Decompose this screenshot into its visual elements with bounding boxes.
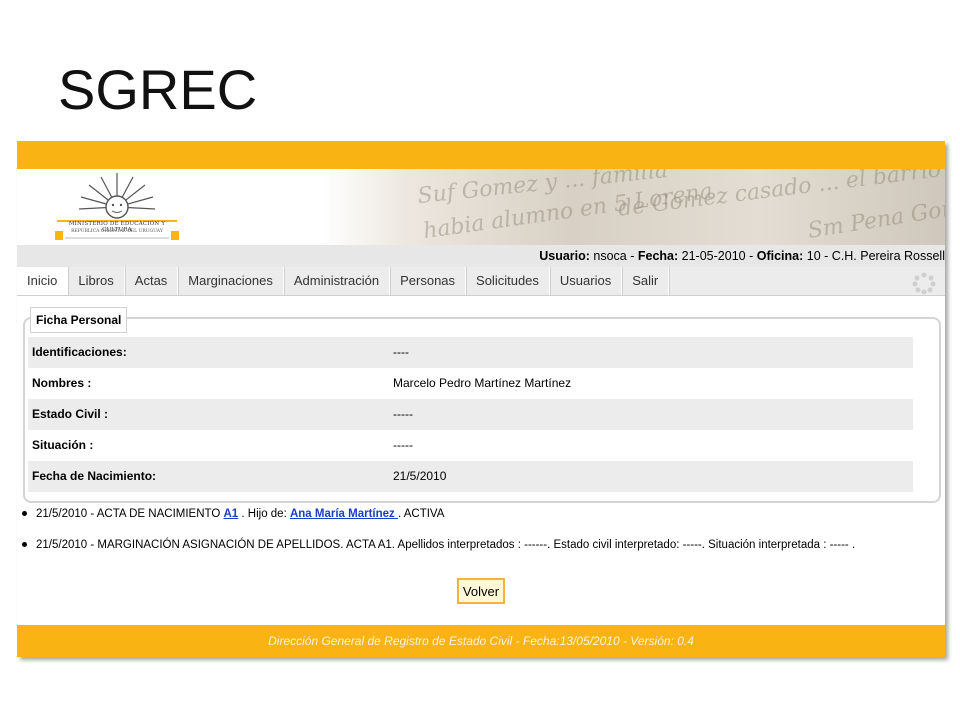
header-banner: Suf Gomez y ... familia habia alumno en … — [17, 169, 945, 245]
usuario-label: Usuario: — [539, 249, 590, 263]
ficha-row: Situación : ----- — [28, 430, 913, 461]
usuario-value: nsoca — [593, 249, 627, 263]
app-window: Suf Gomez y ... familia habia alumno en … — [17, 141, 945, 657]
ficha-row-value: 21/5/2010 — [393, 469, 447, 483]
marginacion-note-text: 21/5/2010 - MARGINACIÓN ASIGNACIÓN DE AP… — [36, 539, 856, 551]
fecha-value: 21-05-2010 — [681, 249, 746, 263]
separator: - — [745, 249, 757, 263]
tab-libros[interactable]: Libros — [68, 267, 125, 295]
tab-salir[interactable]: Salir — [622, 267, 670, 295]
ficha-row-label: Situación : — [32, 438, 94, 452]
volver-button[interactable]: Volver — [457, 578, 505, 604]
tab-solicitudes[interactable]: Solicitudes — [466, 267, 550, 295]
ficha-row-label: Identificaciones: — [32, 345, 127, 359]
tab-marginaciones[interactable]: Marginaciones — [178, 267, 284, 295]
ficha-row-label: Nombres : — [32, 376, 92, 390]
footer: Dirección General de Registro de Estado … — [17, 625, 945, 657]
oficina-label: Oficina: — [756, 249, 804, 263]
ficha-row-value: ----- — [393, 407, 413, 421]
ficha-row-value: ---- — [393, 345, 409, 359]
marginacion-note: 21/5/2010 - MARGINACIÓN ASIGNACIÓN DE AP… — [22, 537, 855, 553]
tab-administracion[interactable]: Administración — [284, 267, 391, 295]
logo-text-line2: REPÚBLICA ORIENTAL DEL URUGUAY — [71, 229, 163, 234]
tab-usuarios[interactable]: Usuarios — [550, 267, 623, 295]
ficha-row-label: Fecha de Nacimiento: — [32, 469, 157, 483]
parent-link[interactable]: Ana María Martínez — [290, 508, 398, 520]
loading-spinner-icon — [912, 272, 936, 294]
ficha-row: Nombres : Marcelo Pedro Martínez Martíne… — [28, 368, 913, 399]
bullet-icon — [22, 511, 27, 517]
main-navigation: Inicio Libros Actas Marginaciones Admini… — [17, 267, 945, 296]
ficha-row-value: Marcelo Pedro Martínez Martínez — [393, 376, 572, 390]
ficha-row-label: Estado Civil : — [32, 407, 109, 421]
oficina-value: 10 - C.H. Pereira Rossell — [806, 249, 945, 263]
ficha-personal-legend: Ficha Personal — [30, 307, 128, 333]
ficha-row: Estado Civil : ----- — [28, 399, 913, 430]
acta-note-prefix: 21/5/2010 - ACTA DE NACIMIENTO — [36, 508, 224, 520]
fecha-label: Fecha: — [637, 249, 679, 263]
separator: - — [626, 249, 638, 263]
acta-note: 21/5/2010 - ACTA DE NACIMIENTO A1 . Hijo… — [22, 506, 444, 522]
user-info-bar: Usuario: nsoca - Fecha: 21-05-2010 - Ofi… — [17, 245, 945, 267]
bullet-icon — [22, 542, 27, 548]
ficha-row: Fecha de Nacimiento: 21/5/2010 — [28, 461, 913, 492]
acta-note-mid: . Hijo de: — [238, 508, 290, 520]
acta-note-suffix: . ACTIVA — [397, 508, 445, 520]
ministry-logo: MINISTERIO DE EDUCACIÓN Y CULTURA REPÚBL… — [51, 169, 183, 245]
tab-actas[interactable]: Actas — [125, 267, 179, 295]
ficha-row: Identificaciones: ---- — [28, 337, 913, 368]
top-accent-bar — [17, 141, 945, 169]
acta-link[interactable]: A1 — [223, 508, 238, 520]
ficha-row-value: ----- — [393, 438, 413, 452]
tab-inicio[interactable]: Inicio — [17, 267, 69, 295]
tab-personas[interactable]: Personas — [390, 267, 467, 295]
banner-handwriting-4: Sm Pena Gomez — [806, 191, 945, 244]
slide-title: SGREC — [58, 58, 258, 121]
